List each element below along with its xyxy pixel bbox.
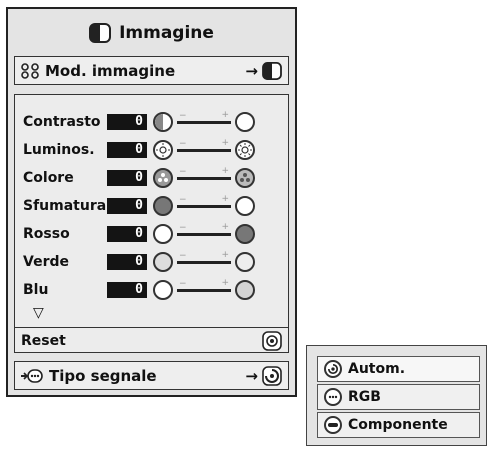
red-slider[interactable]: − +: [177, 222, 231, 244]
adjust-row-contrast[interactable]: Contrasto 0 − +: [23, 109, 280, 135]
signal-type-label: Tipo segnale: [49, 366, 157, 385]
reset-icon: [262, 330, 282, 351]
signal-type-item[interactable]: Tipo segnale →: [14, 361, 289, 390]
reset-label: Reset: [21, 332, 66, 349]
brightness-high-icon: [235, 140, 255, 160]
menu-title-text: Immagine: [119, 23, 214, 43]
blue-low-icon: [153, 280, 173, 300]
blue-high-icon: [235, 280, 255, 300]
adjust-value: 0: [107, 198, 147, 214]
adjust-label: Rosso: [23, 226, 70, 242]
scroll-down-indicator: ▽: [33, 305, 44, 321]
submenu-item-component[interactable]: Componente: [317, 412, 480, 438]
adjust-label: Sfumatura: [23, 198, 107, 214]
adjust-row-blue[interactable]: Blu 0 − +: [23, 277, 280, 303]
green-high-icon: [235, 252, 255, 272]
red-low-icon: [153, 224, 173, 244]
adjust-value: 0: [107, 142, 147, 158]
green-low-icon: [153, 252, 173, 272]
submenu-item-label: Componente: [348, 417, 448, 433]
color-high-icon: [235, 168, 255, 188]
adjust-row-red[interactable]: Rosso 0 − +: [23, 221, 280, 247]
adjust-label: Luminos.: [23, 142, 95, 158]
adjust-value: 0: [107, 114, 147, 130]
adjust-label: Colore: [23, 170, 74, 186]
adjust-row-color[interactable]: Colore 0 − +: [23, 165, 280, 191]
color-slider[interactable]: − +: [177, 166, 231, 188]
tint-high-icon: [235, 196, 255, 216]
adjust-value: 0: [107, 226, 147, 242]
auto-icon: [262, 365, 282, 386]
submenu-item-auto[interactable]: Autom.: [317, 356, 480, 382]
brightness-slider[interactable]: − +: [177, 138, 231, 160]
component-icon: [324, 416, 342, 434]
reset-item[interactable]: Reset: [15, 327, 288, 353]
adjust-row-tint[interactable]: Sfumatura 0 − +: [23, 193, 280, 219]
right-arrow-icon: →: [245, 366, 258, 385]
picture-mode-item[interactable]: Mod. immagine →: [14, 56, 289, 85]
adjust-row-brightness[interactable]: Luminos. 0 − +: [23, 137, 280, 163]
contrast-high-icon: [235, 112, 255, 132]
signal-type-submenu: Autom. RGB Componente: [306, 345, 487, 446]
tint-low-icon: [153, 196, 173, 216]
adjust-value: 0: [107, 170, 147, 186]
adjustment-list: Contrasto 0 − + Luminos. 0 − + Colore 0 − +…: [14, 94, 289, 353]
contrast-slider[interactable]: − +: [177, 110, 231, 132]
menu-title: Immagine: [14, 16, 289, 50]
adjust-label: Blu: [23, 282, 49, 298]
submenu-item-label: Autom.: [348, 361, 406, 377]
auto-icon: [324, 360, 342, 378]
picture-mode-label: Mod. immagine: [45, 61, 176, 80]
submenu-item-label: RGB: [348, 389, 381, 405]
adjust-row-green[interactable]: Verde 0 − +: [23, 249, 280, 275]
signal-input-icon: [21, 368, 43, 384]
green-slider[interactable]: − +: [177, 250, 231, 272]
rgb-icon: [324, 388, 342, 406]
adjust-label: Contrasto: [23, 114, 101, 130]
contrast-low-icon: [153, 112, 173, 132]
adjust-value: 0: [107, 254, 147, 270]
picture-mode-icon: [21, 62, 39, 79]
right-arrow-icon: →: [245, 61, 258, 80]
brightness-low-icon: [153, 140, 173, 160]
adjust-label: Verde: [23, 254, 69, 270]
adjust-value: 0: [107, 282, 147, 298]
picture-menu-panel: Immagine Mod. immagine → Contrasto 0 − + …: [6, 7, 297, 397]
submenu-item-rgb[interactable]: RGB: [317, 384, 480, 410]
tint-slider[interactable]: − +: [177, 194, 231, 216]
picture-icon: [89, 23, 112, 43]
blue-slider[interactable]: − +: [177, 278, 231, 300]
color-low-icon: [153, 168, 173, 188]
red-high-icon: [235, 224, 255, 244]
picture-icon: [262, 61, 282, 80]
